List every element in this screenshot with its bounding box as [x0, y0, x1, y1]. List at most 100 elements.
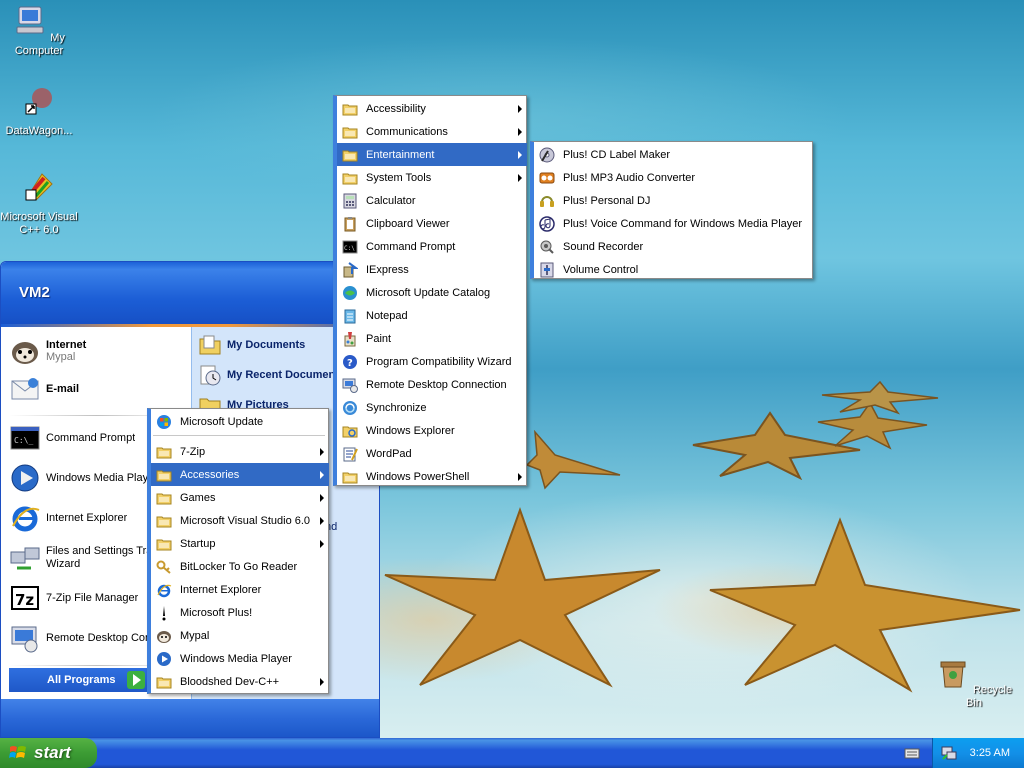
menu-item-label: 7-Zip [180, 445, 206, 458]
menu-item-games[interactable]: Games [151, 486, 329, 509]
menu-item-label: BitLocker To Go Reader [180, 560, 298, 573]
menu-item-accessories[interactable]: Accessories [151, 463, 329, 486]
starfish-decoration [525, 430, 621, 490]
taskbar: start 3:25 AM [0, 738, 1024, 768]
menu-item-command-prompt[interactable]: C:\ Command Prompt [337, 235, 527, 258]
windows-explorer-icon [342, 426, 358, 437]
recent-label: Command Prompt [46, 432, 136, 444]
internet-explorer-icon [157, 584, 172, 597]
menu-item-label: Windows Explorer [366, 424, 455, 437]
menu-item-label: IExpress [366, 263, 409, 276]
recent-documents-item[interactable]: My Recent Documents [198, 363, 345, 387]
menu-item-label: Bloodshed Dev-C++ [180, 675, 280, 688]
desktop-icon-label: Recycle Bin [966, 684, 1013, 709]
folder-icon [342, 104, 358, 115]
entertainment-menu: Plus! CD Label Maker Plus! MP3 Audio Con… [530, 141, 813, 279]
separator [153, 435, 325, 436]
desktop-icon-recycle-bin[interactable]: Recycle Bin [935, 656, 1013, 710]
menu-item-compatibility-wizard[interactable]: ? Program Compatibility Wizard [337, 350, 527, 373]
menu-item-system-tools[interactable]: System Tools [337, 166, 527, 189]
menu-item-update-catalog[interactable]: Microsoft Update Catalog [337, 281, 527, 304]
iexpress-icon [343, 261, 358, 277]
menu-item-accessibility[interactable]: Accessibility [337, 97, 527, 120]
menu-item-entertainment[interactable]: Entertainment [337, 143, 527, 166]
menu-item-communications[interactable]: Communications [337, 120, 527, 143]
menu-item-label: Windows Media Player [180, 652, 292, 665]
synchronize-icon [343, 400, 357, 415]
menu-item-windows-explorer[interactable]: Windows Explorer [337, 419, 527, 442]
menu-item-notepad[interactable]: Notepad [337, 304, 527, 327]
menu-item-voice-command[interactable]: Plus! Voice Command for Windows Media Pl… [534, 212, 813, 235]
help-icon: ? [343, 354, 357, 369]
voice-command-icon [539, 215, 555, 232]
my-documents-item[interactable]: My Documents [198, 333, 305, 357]
recent-documents-icon [200, 365, 221, 386]
desktop-icon-datawagon[interactable]: DataWagon... [0, 84, 78, 138]
submenu-arrow-icon [320, 448, 324, 456]
menu-item-bitlocker[interactable]: BitLocker To Go Reader [151, 555, 329, 578]
menu-item-mp3-converter[interactable]: Plus! MP3 Audio Converter [534, 166, 813, 189]
network-icon[interactable] [941, 745, 957, 761]
all-programs-menu: Microsoft Update 7-Zip Accessories Games… [147, 408, 329, 694]
menu-item-label: Microsoft Plus! [180, 606, 253, 619]
menu-item-label: Plus! MP3 Audio Converter [563, 171, 696, 184]
menu-item-volume-control[interactable]: Volume Control [534, 258, 813, 281]
pinned-internet[interactable]: Internet Mypal [9, 335, 86, 367]
svg-text:C:\: C:\ [344, 245, 355, 252]
menu-item-wordpad[interactable]: WordPad [337, 442, 527, 465]
menu-item-cd-label-maker[interactable]: Plus! CD Label Maker [534, 143, 813, 166]
menu-item-microsoft-plus[interactable]: Microsoft Plus! [151, 601, 329, 624]
menu-item-label: Volume Control [563, 263, 639, 276]
desktop-icon-label: Microsoft Visual C++ 6.0 [0, 211, 78, 236]
menu-item-label: Clipboard Viewer [366, 217, 450, 230]
menu-item-remote-desktop[interactable]: Remote Desktop Connection [337, 373, 527, 396]
menu-item-mypal[interactable]: Mypal [151, 624, 329, 647]
transfer-wizard-icon [10, 547, 40, 570]
menu-item-startup[interactable]: Startup [151, 532, 329, 555]
folder-icon [156, 539, 172, 550]
start-button[interactable]: start [0, 738, 97, 768]
keyboard-icon[interactable] [904, 746, 920, 760]
menu-item-7zip[interactable]: 7-Zip [151, 440, 329, 463]
menu-item-dev-cpp[interactable]: Bloodshed Dev-C++ [151, 670, 329, 693]
clock[interactable]: 3:25 AM [970, 747, 1010, 759]
media-player-icon [11, 464, 39, 492]
menu-item-label: Communications [366, 125, 448, 138]
menu-item-synchronize[interactable]: Synchronize [337, 396, 527, 419]
pinned-title: E-mail [46, 383, 80, 395]
recycle-bin-icon [940, 661, 966, 688]
menu-item-powershell[interactable]: Windows PowerShell [337, 465, 527, 488]
menu-item-personal-dj[interactable]: Plus! Personal DJ [534, 189, 813, 212]
pinned-email[interactable]: E-mail [9, 373, 79, 405]
menu-item-label: Mypal [180, 629, 210, 642]
desktop-icon-visual-cpp[interactable]: Microsoft Visual C++ 6.0 [0, 170, 78, 237]
desktop-icon-my-computer[interactable]: My Computer [0, 4, 78, 58]
system-tray: 3:25 AM [932, 738, 1024, 768]
desktop-icon-label: DataWagon... [5, 125, 73, 137]
svg-text:C:\_: C:\_ [14, 436, 33, 445]
starfish-decoration [384, 507, 661, 688]
pinned-title: Internet [46, 339, 87, 351]
all-programs-button[interactable]: All Programs [9, 668, 147, 692]
menu-item-media-player[interactable]: Windows Media Player [151, 647, 329, 670]
menu-item-paint[interactable]: Paint [337, 327, 527, 350]
recent-label: Windows Media Player [46, 472, 158, 484]
all-programs-label: All Programs [47, 674, 116, 686]
menu-item-visual-studio[interactable]: Microsoft Visual Studio 6.0 [151, 509, 329, 532]
menu-item-sound-recorder[interactable]: Sound Recorder [534, 235, 813, 258]
menu-item-label: Remote Desktop Connection [366, 378, 507, 391]
sound-recorder-icon [540, 240, 554, 254]
menu-item-label: Plus! Personal DJ [563, 194, 651, 207]
menu-item-label: Synchronize [366, 401, 427, 414]
media-player-icon [157, 651, 171, 666]
datawagon-shortcut-icon [25, 88, 52, 115]
menu-item-clipboard-viewer[interactable]: Clipboard Viewer [337, 212, 527, 235]
menu-item-microsoft-update[interactable]: Microsoft Update [151, 410, 329, 433]
update-catalog-icon [343, 285, 357, 300]
personal-dj-icon [540, 195, 554, 207]
menu-item-calculator[interactable]: Calculator [337, 189, 527, 212]
menu-item-iexpress[interactable]: IExpress [337, 258, 527, 281]
menu-item-label: Accessories [180, 468, 240, 481]
menu-item-internet-explorer[interactable]: Internet Explorer [151, 578, 329, 601]
submenu-arrow-icon [320, 494, 324, 502]
